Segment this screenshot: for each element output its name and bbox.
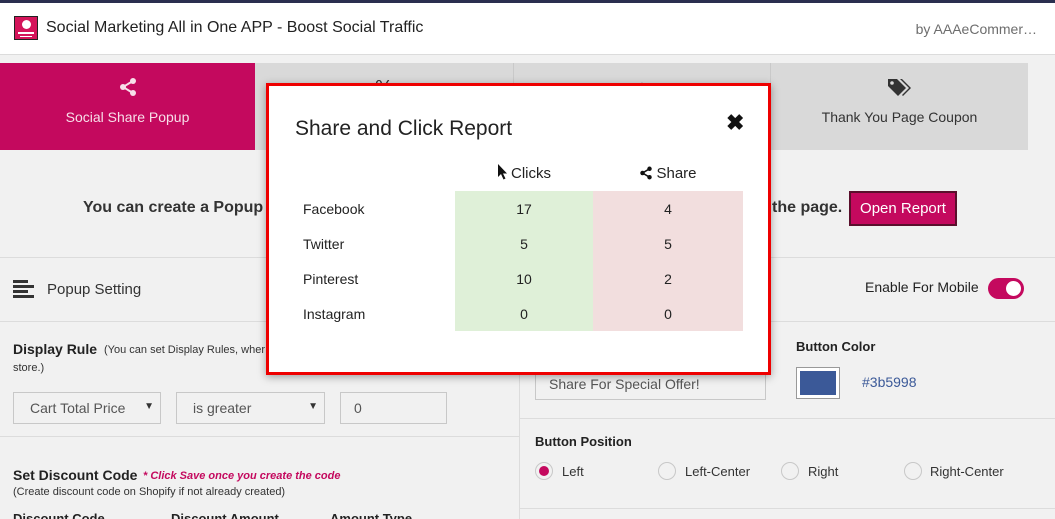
color-swatch [800,371,836,395]
display-rule-note: (You can set Display Rules, wher [104,344,266,356]
clicks-count: 10 [455,261,593,296]
col-network [295,157,455,191]
align-left-icon [13,280,34,299]
caret-down-icon: ▼ [308,401,318,412]
table-row: Facebook 17 4 [295,191,743,226]
network-name: Facebook [303,200,365,217]
share-count: 4 [593,191,743,226]
report-table: Clicks Share Facebook 17 4 Twitter 5 5 P… [295,157,743,331]
report-header-row: Clicks Share [295,157,743,191]
col-share: Share [593,157,743,191]
tab-social-share-popup[interactable]: Social Share Popup [0,63,255,150]
network-name: Instagram [303,305,366,322]
open-report-button[interactable]: Open Report [849,191,957,226]
col-clicks: Clicks [455,157,593,191]
share-count: 5 [593,226,743,261]
discount-title: Set Discount Code [13,467,138,483]
radio-position-left[interactable] [535,462,553,480]
col-amount-type: Amount Type [330,511,413,519]
discount-warning: * Click Save once you create the code [143,470,341,482]
popup-setting-title: Popup Setting [47,281,142,298]
toggle-knob [1006,281,1021,296]
tags-icon [771,77,1028,103]
info-text: You can create a Popup [83,199,264,216]
radio-label: Left [562,464,584,479]
share-icon [639,166,653,184]
share-count: 0 [593,296,743,331]
display-rule-title: Display Rule [13,341,98,357]
network-name: Pinterest [303,270,359,287]
section-divider [519,508,1055,509]
share-icon [0,77,255,103]
enable-mobile-label: Enable For Mobile [865,279,979,295]
radio-position-right-center[interactable] [904,462,922,480]
app-header: Social Marketing All in One APP - Boost … [0,3,1055,55]
modal-title: Share and Click Report [295,117,513,140]
tab-label: Social Share Popup [65,109,190,125]
operator-select[interactable]: is greater ▼ [176,392,325,424]
button-color-picker[interactable] [796,367,840,399]
button-position-label: Button Position [535,434,632,449]
section-divider [0,436,519,437]
app-logo-icon [14,16,38,40]
radio-label: Right-Center [930,464,1004,479]
cursor-icon [497,164,508,184]
radio-label: Left-Center [685,464,751,479]
info-text-end: the page. [772,199,843,216]
clicks-count: 5 [455,226,593,261]
rule-value-input[interactable]: 0 [340,392,447,424]
radio-position-left-center[interactable] [658,462,676,480]
button-color-label: Button Color [796,339,876,354]
close-icon[interactable]: ✖ [726,110,744,136]
condition-field-select[interactable]: Cart Total Price ▼ [13,392,161,424]
table-row: Instagram 0 0 [295,296,743,331]
app-title: Social Marketing All in One APP - Boost … [46,19,424,36]
caret-down-icon: ▼ [144,401,154,412]
table-row: Twitter 5 5 [295,226,743,261]
clicks-count: 0 [455,296,593,331]
clicks-count: 17 [455,191,593,226]
enable-mobile-toggle[interactable] [988,278,1024,299]
app-developer[interactable]: by AAAeCommer… [916,21,1037,37]
display-rule-note-cont: store.) [13,362,45,374]
col-discount-amount: Discount Amount [171,511,279,519]
col-discount-code: Discount Code [13,511,105,519]
section-divider [519,418,1055,419]
radio-label: Right [808,464,839,479]
radio-position-right[interactable] [781,462,799,480]
discount-note: (Create discount code on Shopify if not … [13,486,286,498]
share-count: 2 [593,261,743,296]
share-click-report-modal: Share and Click Report ✖ Clicks Share Fa… [266,83,771,375]
table-row: Pinterest 10 2 [295,261,743,296]
tab-thank-you-coupon[interactable]: Thank You Page Coupon [771,63,1028,150]
tab-label: Thank You Page Coupon [821,109,978,125]
network-name: Twitter [303,235,345,252]
button-color-hex: #3b5998 [862,374,917,390]
